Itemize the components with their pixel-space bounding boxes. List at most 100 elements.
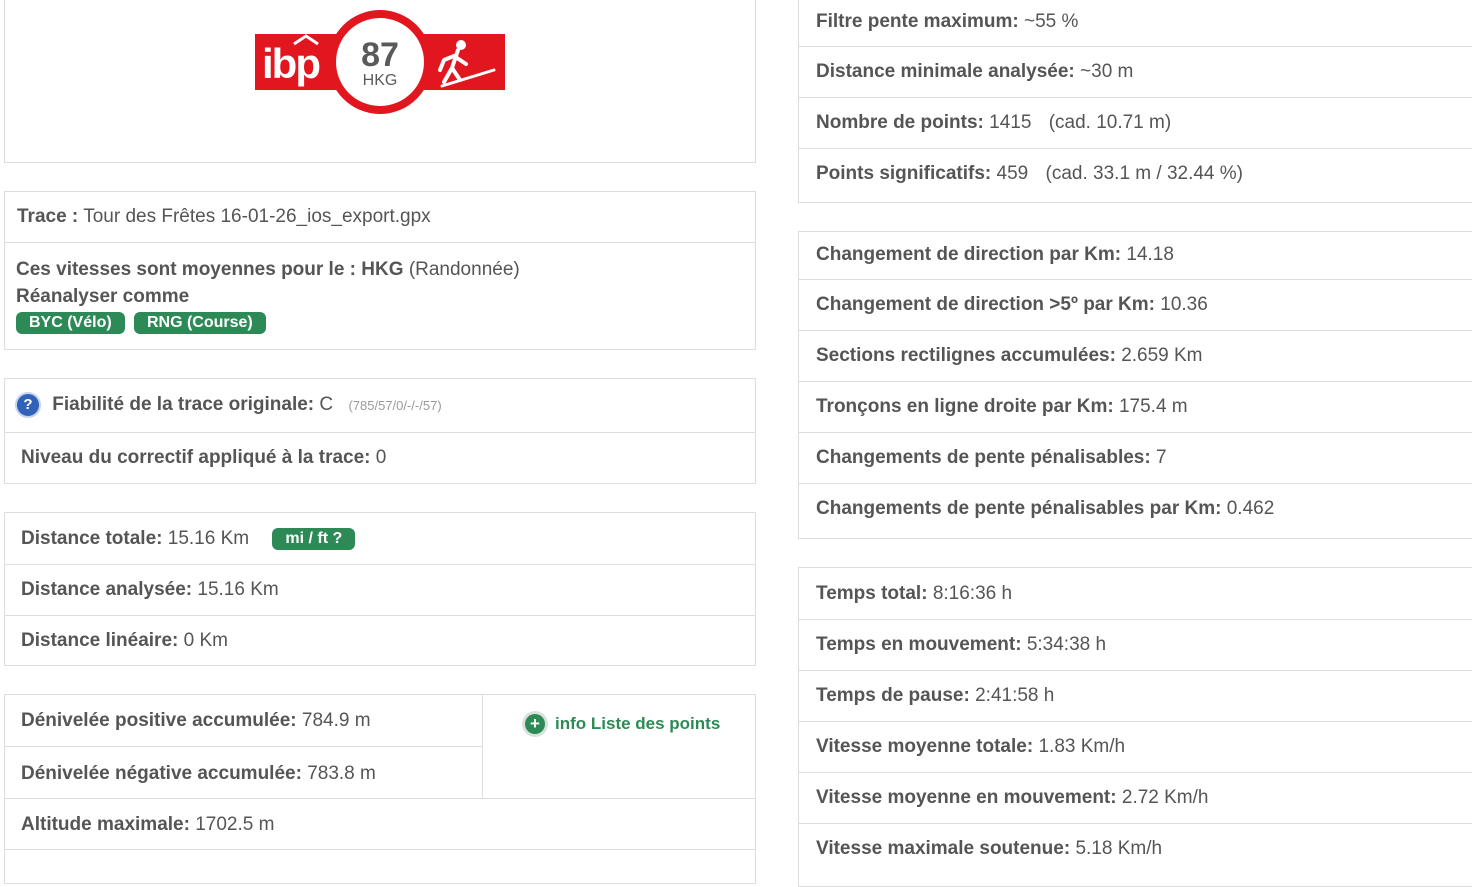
speed-avg-label: Vitesse moyenne totale: [816,736,1034,757]
dir5-label: Changement de direction >5º par Km: [816,294,1155,315]
ibp-logo: ibp 87 HKG [254,10,506,116]
ibp-code: HKG [362,72,398,89]
speed-avg-row: Vitesse moyenne totale: 1.83 Km/h [799,722,1472,773]
reanalyze-rng-button[interactable]: RNG (Course) [133,312,266,334]
dir5-row: Changement de direction >5º par Km: 10.3… [799,280,1472,331]
reliability-value: C [319,394,334,415]
correction-value: 0 [375,447,387,468]
elevation-pos-value: 784.9 m [301,710,371,731]
distance-linear-value: 0 Km [183,630,228,651]
rect-row: Sections rectilignes accumulées: 2.659 K… [799,331,1472,382]
filter-mindist-row: Distance minimale analysée: ~30 m [799,47,1472,98]
time-pause-row: Temps de pause: 2:41:58 h [799,671,1472,722]
dir-label: Changement de direction par Km: [816,244,1122,265]
elevation-max-row: Altitude maximale: 1702.5 m [5,798,755,850]
straight-label: Tronçons en ligne droite par Km: [816,396,1114,417]
slope-change-value: 7 [1155,447,1167,468]
distance-linear-label: Distance linéaire: [21,630,179,651]
speed-avgmove-row: Vitesse moyenne en mouvement: 2.72 Km/h [799,773,1472,824]
elevation-neg-row: Dénivelée négative accumulée: 783.8 m [5,747,482,798]
elevation-max-label: Altitude maximale: [21,814,190,835]
distance-analyzed-value: 15.16 Km [197,579,279,600]
distance-panel: Distance totale: 15.16 Km mi / ft ? Dist… [4,512,756,666]
reanalyze-byc-button[interactable]: BYC (Vélo) [16,312,125,334]
distance-total-row: Distance totale: 15.16 Km mi / ft ? [5,513,755,565]
filter-slope-row: Filtre pente maximum: ~55 % [799,0,1472,47]
elevation-neg-value: 783.8 m [307,763,376,784]
straight-row: Tronçons en ligne droite par Km: 175.4 m [799,382,1472,433]
time-pause-value: 2:41:58 h [975,685,1055,706]
speed-avgmove-value: 2.72 Km/h [1121,787,1209,808]
points-list-link-text: info Liste des points [555,714,721,733]
time-moving-label: Temps en mouvement: [816,634,1022,655]
speed-avg-value: 1.83 Km/h [1038,736,1126,757]
correction-label: Niveau du correctif appliqué à la trace: [21,447,371,468]
points-list-link[interactable]: + info Liste des points [525,713,720,735]
speeds-row: Ces vitesses sont moyennes pour le : HKG… [5,243,755,349]
filter-points-row: Nombre de points: 1415 (cad. 10.71 m) [799,98,1472,149]
speed-max-row: Vitesse maximale soutenue: 5.18 Km/h [799,824,1472,875]
filter-mindist-value: ~30 m [1080,61,1134,82]
elevation-pos-label: Dénivelée positive accumulée: [21,710,297,731]
distance-analyzed-label: Distance analysée: [21,579,193,600]
filter-slope-value: ~55 % [1024,11,1079,32]
slope-change-km-label: Changements de pente pénalisables par Km… [816,498,1222,519]
time-moving-row: Temps en mouvement: 5:34:38 h [799,620,1472,671]
distance-linear-row: Distance linéaire: 0 Km [5,616,755,665]
slope-change-row: Changements de pente pénalisables: 7 [799,433,1472,484]
distance-analyzed-row: Distance analysée: 15.16 Km [5,565,755,616]
straight-value: 175.4 m [1118,396,1188,417]
unit-toggle-button[interactable]: mi / ft ? [272,527,356,550]
dir5-value: 10.36 [1160,294,1208,315]
speeds-text: Ces vitesses sont moyennes pour le : [16,259,357,280]
elevation-left-col: Dénivelée positive accumulée: 784.9 m Dé… [5,695,483,798]
dir-value: 14.18 [1126,244,1174,265]
slope-change-label: Changements de pente pénalisables: [816,447,1151,468]
filter-slope-label: Filtre pente maximum: [816,11,1019,32]
help-icon[interactable]: ? [17,393,39,416]
time-pause-label: Temps de pause: [816,685,970,706]
filter-sig-cad: (cad. 33.1 m / 32.44 %) [1045,163,1244,184]
trace-filename: Tour des Frêtes 16-01-26_ios_export.gpx [83,206,431,227]
speed-avgmove-label: Vitesse moyenne en mouvement: [816,787,1117,808]
rect-value: 2.659 Km [1121,345,1203,366]
time-total-value: 8:16:36 h [932,583,1013,604]
speed-max-label: Vitesse maximale soutenue: [816,838,1071,859]
speeds-mode-name: (Randonnée) [408,259,520,280]
elevation-neg-label: Dénivelée négative accumulée: [21,763,302,784]
ibp-brand-text: ibp [262,40,321,87]
times-panel: Temps total: 8:16:36 h Temps en mouvemen… [798,567,1472,887]
direction-panel: Changement de direction par Km: 14.18 Ch… [798,231,1472,539]
distance-total-label: Distance totale: [21,528,163,549]
correction-row: Niveau du correctif appliqué à la trace:… [5,433,755,483]
trace-row: Trace : Tour des Frêtes 16-01-26_ios_exp… [5,192,755,243]
filter-mindist-label: Distance minimale analysée: [816,61,1075,82]
elevation-max-value: 1702.5 m [195,814,275,835]
filter-points-label: Nombre de points: [816,112,984,133]
reanalyze-label: Réanalyser comme [16,286,190,307]
filter-sig-label: Points significatifs: [816,163,992,184]
slope-change-km-value: 0.462 [1226,498,1275,519]
reliability-row: ? Fiabilité de la trace originale: C (78… [5,379,755,433]
logo-panel: ibp 87 HKG [4,0,756,163]
trace-label: Trace : [17,206,79,227]
reliability-label: Fiabilité de la trace originale: [52,394,315,415]
time-total-label: Temps total: [816,583,928,604]
elevation-panel: Dénivelée positive accumulée: 784.9 m Dé… [4,694,756,884]
reliability-code: (785/57/0/-/-/57) [348,398,442,413]
filter-sig-value: 459 [996,163,1029,184]
filter-points-cad: (cad. 10.71 m) [1048,112,1172,133]
elevation-pos-row: Dénivelée positive accumulée: 784.9 m [5,695,482,747]
filters-panel: Filtre pente maximum: ~55 % Distance min… [798,0,1472,203]
time-total-row: Temps total: 8:16:36 h [799,568,1472,620]
ibp-score: 87 [361,36,399,74]
dir-row: Changement de direction par Km: 14.18 [799,232,1472,280]
time-moving-value: 5:34:38 h [1026,634,1107,655]
filter-sig-row: Points significatifs: 459 (cad. 33.1 m /… [799,149,1472,200]
slope-change-km-row: Changements de pente pénalisables par Km… [799,484,1472,535]
plus-circle-icon: + [525,713,545,734]
trace-panel: Trace : Tour des Frêtes 16-01-26_ios_exp… [4,191,756,350]
speeds-mode: HKG [361,259,404,280]
speed-max-value: 5.18 Km/h [1075,838,1163,859]
reliability-panel: ? Fiabilité de la trace originale: C (78… [4,378,756,484]
